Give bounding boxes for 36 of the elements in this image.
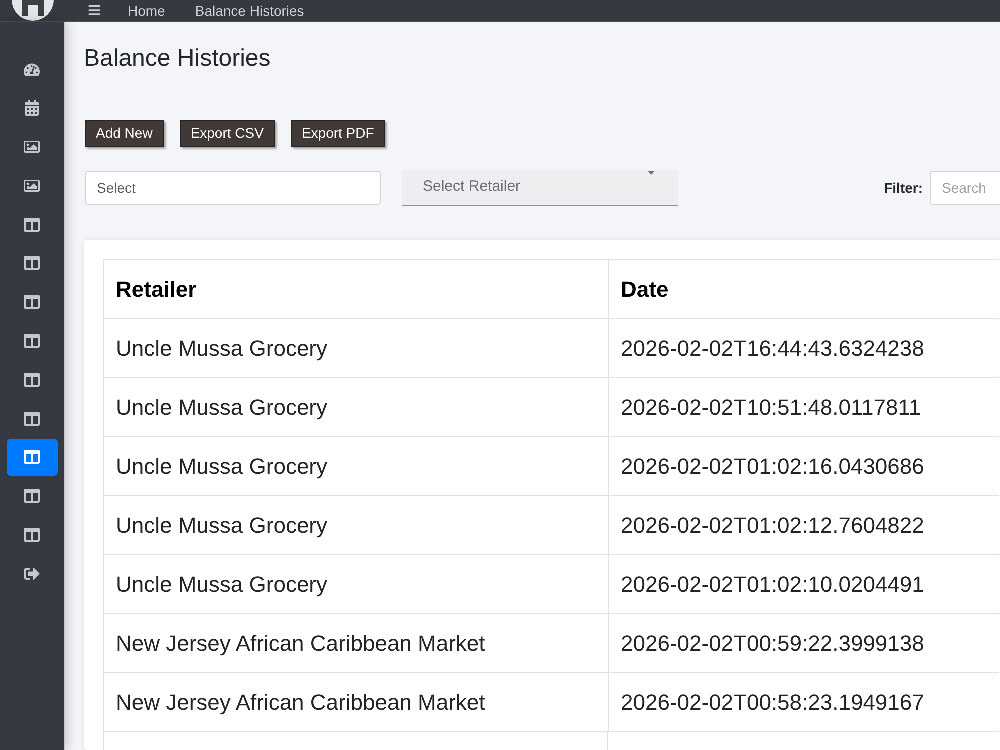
image-icon (24, 178, 40, 194)
action-button[interactable]: Add New (85, 120, 164, 147)
column-header: Date (608, 260, 999, 318)
calendar-icon (24, 100, 40, 116)
table-cell: Uncle Mussa Grocery (104, 554, 608, 614)
logout-icon (24, 566, 40, 582)
image-icon (24, 139, 40, 156)
columns-icon (24, 488, 40, 504)
columns-icon (24, 216, 40, 233)
table-cell: New Jersey African Caribbean Market (104, 672, 608, 732)
caret-icon (648, 171, 655, 175)
columns-icon (24, 255, 40, 272)
gauge-icon (24, 62, 40, 78)
table-cell: Uncle Mussa Grocery (104, 496, 608, 554)
table-cell: Uncle Mussa Grocery (104, 436, 608, 496)
column-header: Retailer (104, 260, 608, 318)
page-title: Balance Histories (84, 44, 272, 74)
action-button[interactable]: Export CSV (180, 120, 275, 147)
columns-icon (24, 449, 40, 466)
columns-icon (24, 294, 40, 310)
columns-icon (24, 333, 40, 350)
retailer-select[interactable]: Select Retailer (402, 170, 678, 206)
columns-icon (24, 372, 40, 388)
table-cell: Uncle Mussa Grocery (104, 378, 608, 436)
filter-label: Filter: (884, 178, 923, 198)
sidebar-item[interactable] (6, 438, 58, 476)
search-field[interactable]: Search (930, 171, 1000, 205)
action-button[interactable]: Export PDF (290, 120, 386, 147)
columns-icon (24, 527, 40, 544)
menu-icon[interactable] (88, 4, 101, 17)
table-cell: Uncle Mussa Grocery (104, 318, 608, 378)
breadcrumb-link[interactable]: Balance Histories (195, 2, 304, 18)
breadcrumb-link[interactable]: Home (128, 2, 166, 18)
columns-icon (24, 410, 40, 427)
table-cell: New Jersey African Caribbean Market (104, 614, 608, 672)
select-field[interactable]: Select (85, 171, 381, 205)
